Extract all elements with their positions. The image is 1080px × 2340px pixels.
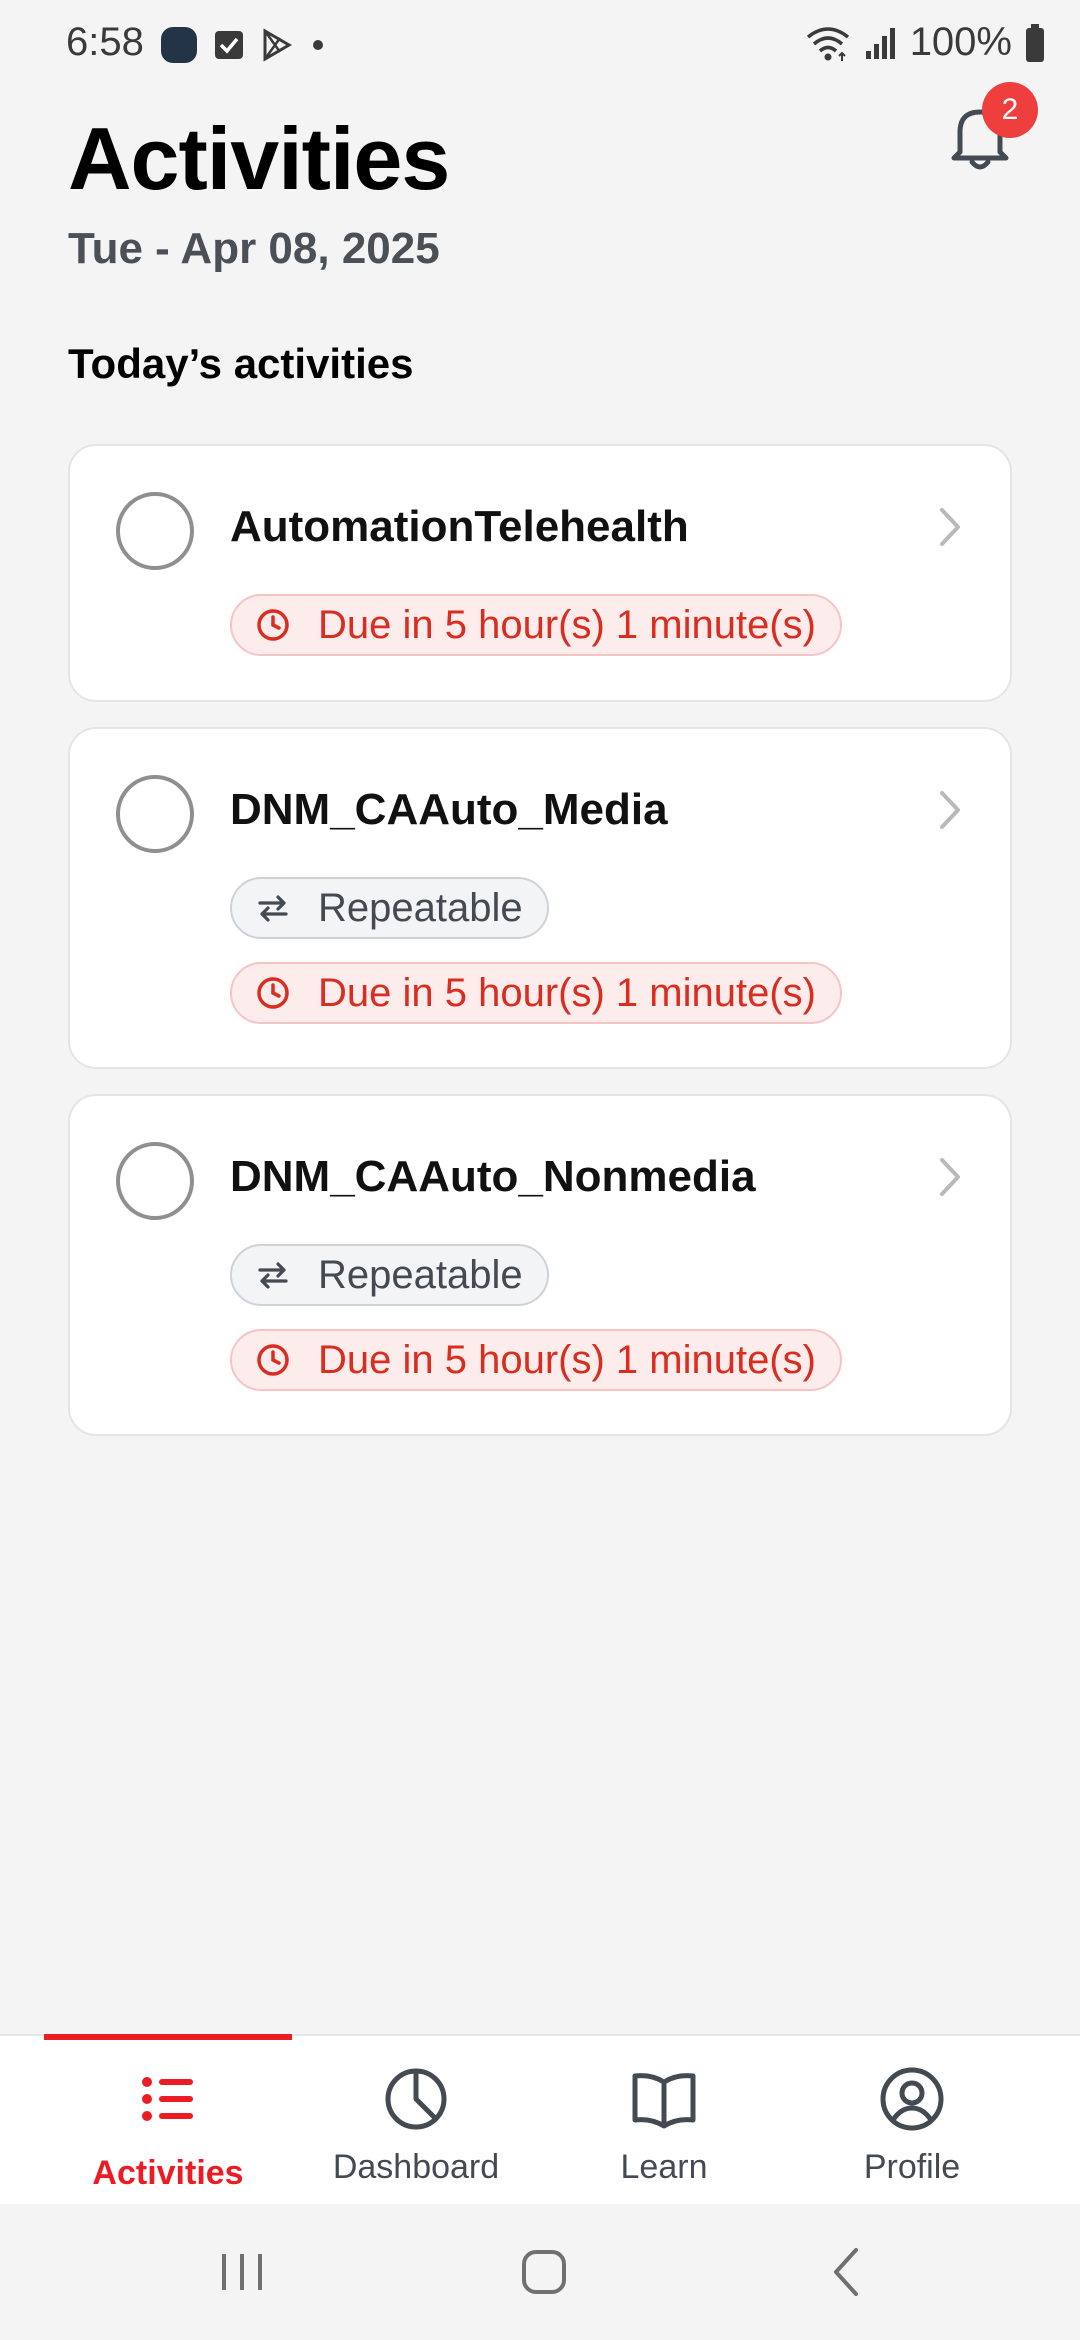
activity-card[interactable]: DNM_CAAuto_Nonmedia Repeatable Due in 5 … (68, 1094, 1012, 1436)
status-bar: 6:58 100% (0, 0, 1080, 90)
section-heading: Today’s activities (68, 340, 414, 387)
activity-complete-radio[interactable] (116, 1142, 194, 1220)
signal-icon (865, 27, 895, 59)
back-icon[interactable] (818, 2242, 878, 2302)
pie-chart-icon (385, 2068, 447, 2130)
tab-activities[interactable]: Activities (44, 2036, 292, 2206)
repeatable-text: Repeatable (318, 1252, 523, 1297)
clock-icon (257, 609, 289, 641)
notification-count-badge: 2 (982, 82, 1038, 138)
status-system-icons: 100% (804, 20, 1046, 65)
repeatable-text: Repeatable (318, 885, 523, 930)
due-text: Due in 5 hour(s) 1 minute(s) (318, 970, 816, 1015)
chevron-right-icon (940, 1158, 960, 1196)
tab-label: Dashboard (332, 2148, 500, 2186)
play-store-icon (263, 28, 292, 62)
due-text: Due in 5 hour(s) 1 minute(s) (318, 1337, 816, 1382)
clock-icon (257, 977, 289, 1009)
list-icon (142, 2077, 193, 2121)
user-circle-icon (880, 2067, 944, 2131)
tab-learn[interactable]: Learn (540, 2036, 788, 2206)
checkbox-icon (215, 31, 243, 59)
tab-label: Activities (92, 2154, 244, 2192)
due-badge: Due in 5 hour(s) 1 minute(s) (230, 594, 842, 656)
repeatable-badge: Repeatable (230, 1244, 549, 1306)
recent-apps-icon[interactable] (212, 2242, 272, 2302)
tab-label: Learn (620, 2148, 708, 2186)
chevron-right-icon (940, 508, 960, 546)
battery-percent: 100% (909, 20, 1012, 64)
dot-icon (313, 40, 323, 50)
due-badge: Due in 5 hour(s) 1 minute(s) (230, 1329, 842, 1391)
bottom-nav: Activities Dashboard Learn Profile (0, 2034, 1080, 2204)
battery-icon (1026, 23, 1044, 62)
activity-complete-radio[interactable] (116, 492, 194, 570)
page-date: Tue - Apr 08, 2025 (68, 224, 440, 273)
tab-dashboard[interactable]: Dashboard (292, 2036, 540, 2206)
wifi-icon (806, 26, 849, 61)
activity-title: DNM_CAAuto_Media (230, 785, 668, 834)
activity-title: DNM_CAAuto_Nonmedia (230, 1152, 756, 1201)
activity-complete-radio[interactable] (116, 775, 194, 853)
clock-icon (257, 1344, 289, 1376)
activity-title: AutomationTelehealth (230, 502, 689, 551)
due-badge: Due in 5 hour(s) 1 minute(s) (230, 962, 842, 1024)
home-icon[interactable] (514, 2242, 574, 2302)
page-title: Activities (68, 109, 450, 208)
tab-profile[interactable]: Profile (788, 2036, 1036, 2206)
book-icon (632, 2073, 696, 2129)
tab-label: Profile (863, 2148, 961, 2186)
app-icon (161, 27, 197, 63)
due-text: Due in 5 hour(s) 1 minute(s) (318, 602, 816, 647)
repeat-icon (258, 895, 288, 922)
activity-card[interactable]: DNM_CAAuto_Media Repeatable Due in 5 hou… (68, 727, 1012, 1069)
repeatable-badge: Repeatable (230, 877, 549, 939)
chevron-right-icon (940, 791, 960, 829)
repeat-icon (258, 1262, 288, 1289)
status-time: 6:58 (66, 20, 144, 64)
system-nav-bar (0, 2204, 1080, 2340)
status-notification-icons (160, 26, 326, 64)
activity-card[interactable]: AutomationTelehealth Due in 5 hour(s) 1 … (68, 444, 1012, 702)
